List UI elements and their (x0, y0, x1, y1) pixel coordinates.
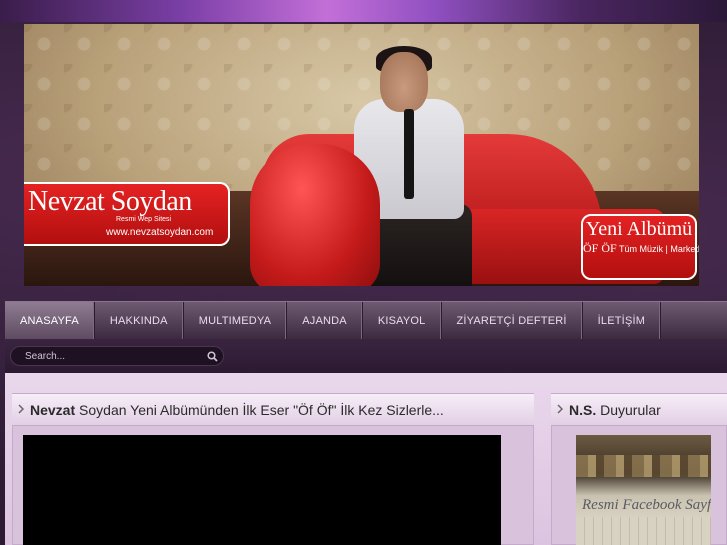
search-box (10, 346, 224, 366)
logo-subtitle: Resmi Wep Sitesi (116, 216, 172, 223)
person-head (380, 52, 428, 112)
sofa-arm (250, 144, 380, 286)
header-banner: Nevzat Soydan Resmi Wep Sitesi www.nevza… (24, 24, 699, 286)
post-header: Nevzat Soydan Yeni Albümünden İlk Eser "… (12, 394, 534, 426)
search-input[interactable] (11, 350, 201, 362)
search-icon[interactable] (201, 347, 223, 365)
nav-item-kisayol[interactable]: KISAYOL (363, 302, 442, 340)
announcements-header: N.S. Duyurular (551, 394, 727, 426)
nav-item-ziyaretci-defteri[interactable]: ZİYARETÇİ DEFTERİ (442, 302, 583, 340)
album-title: Yeni Albümü (585, 218, 693, 240)
nav-item-anasayfa[interactable]: ANASAYFA (5, 302, 95, 340)
album-name: ÖF ÖF (583, 241, 617, 255)
album-subline: ÖF ÖF Tüm Müzik | Marketlerde (583, 241, 699, 256)
person-tie (404, 109, 414, 199)
logo-url: www.nevzatsoydan.com (106, 227, 214, 238)
video-player[interactable] (23, 435, 501, 545)
nav-item-hakkinda[interactable]: HAKKINDA (95, 302, 184, 340)
logo-title: Nevzat Soydan (28, 186, 192, 217)
main-nav: ANASAYFA HAKKINDA MULTIMEDYA AJANDA KISA… (5, 301, 727, 340)
nav-item-multimedya[interactable]: MULTIMEDYA (184, 302, 288, 340)
chevron-right-icon (18, 403, 25, 417)
facebook-caption: Resmi Facebook Sayfa (582, 497, 711, 513)
site-logo[interactable]: Nevzat Soydan Resmi Wep Sitesi www.nevza… (24, 182, 230, 246)
image-grid (576, 517, 711, 545)
announcements-title: N.S. Duyurular (569, 402, 661, 418)
post-title-bold: Nevzat (30, 401, 76, 418)
album-note: Tüm Müzik | Marketlerde (619, 244, 699, 254)
facebook-page-image[interactable]: Resmi Facebook Sayfa (576, 435, 711, 545)
image-shelf (576, 455, 711, 477)
new-album-badge[interactable]: Yeni Albümü ÖF ÖF Tüm Müzik | Marketlerd… (581, 214, 699, 280)
nav-item-ajanda[interactable]: AJANDA (287, 302, 363, 340)
announcements-title-rest: Duyurular (596, 401, 661, 418)
top-decor-strip (0, 0, 727, 22)
nav-item-iletisim[interactable]: İLETİŞİM (583, 302, 662, 340)
chevron-right-icon (557, 403, 564, 417)
post-title[interactable]: Nevzat Soydan Yeni Albümünden İlk Eser "… (30, 402, 444, 418)
post-title-rest: Soydan Yeni Albümünden İlk Eser "Öf Öf" … (75, 401, 444, 418)
announcements-title-bold: N.S. (569, 401, 597, 418)
